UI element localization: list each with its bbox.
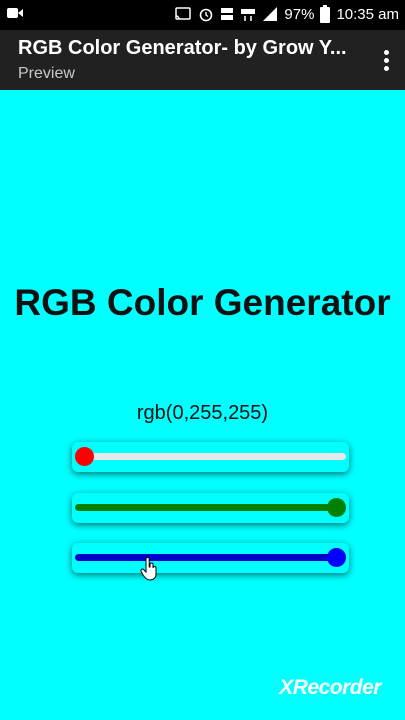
red-slider-track[interactable] [75,453,346,460]
blue-slider[interactable] [72,543,349,573]
clock: 10:35 am [336,5,399,23]
screen-record-icon [7,8,23,18]
cast-icon [175,7,192,20]
battery-percentage: 97% [284,5,315,23]
more-vert-icon [383,50,389,55]
hand-cursor-icon [140,557,157,581]
green-slider[interactable] [72,493,349,523]
volte-icon [221,8,234,20]
red-slider[interactable] [72,442,349,472]
more-options-button[interactable] [381,50,391,74]
rgb-value-text: rgb(0,255,255) [136,402,269,424]
app-subtitle: Preview [18,65,75,82]
status-bar: 97% 10:35 am [0,0,405,30]
battery-icon [320,5,331,23]
alarm-icon [200,8,213,22]
signal-icon [263,7,278,21]
lte-icon [241,9,256,21]
app-screen: 97% 10:35 am RGB Color Generator- by Gro… [0,0,405,720]
blue-slider-thumb[interactable] [327,548,346,567]
red-slider-thumb[interactable] [75,447,94,466]
app-title: RGB Color Generator- by Grow Y... [18,37,347,59]
page-title: RGB Color Generator [14,282,391,323]
app-bar: RGB Color Generator- by Grow Y... Previe… [0,30,405,90]
xrecorder-watermark: XRecorder [279,676,381,699]
green-slider-track[interactable] [75,504,346,511]
blue-slider-track[interactable] [75,554,346,561]
green-slider-thumb[interactable] [327,498,346,517]
